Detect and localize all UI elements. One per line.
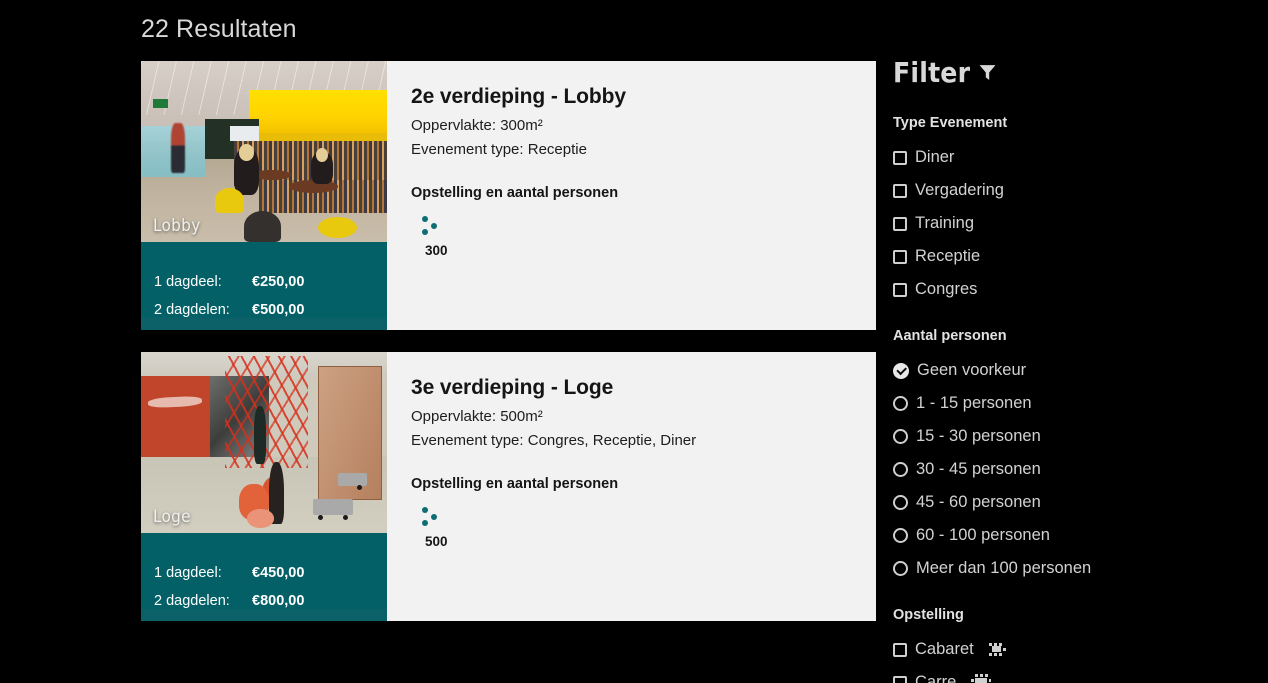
filter-option-label: 60 - 100 personen: [916, 526, 1050, 545]
room-event-type: Evenement type: Receptie: [411, 141, 587, 159]
checkbox-icon[interactable]: [893, 249, 907, 264]
price-value: €500,00: [252, 302, 305, 318]
filter-group-heading: Aantal personen: [893, 328, 1007, 344]
checkbox-icon[interactable]: [893, 150, 907, 165]
cabaret-layout-icon: [988, 643, 1007, 656]
room-photo-lobby: Lobby: [141, 61, 387, 242]
carre-layout-icon: [971, 673, 992, 683]
filter-option-30-45-personen[interactable]: 30 - 45 personen: [893, 453, 1253, 486]
card-body: 2e verdieping - Lobby Oppervlakte: 300m²…: [387, 61, 876, 330]
setup-entry: 500: [419, 506, 876, 549]
reception-dots-icon: [419, 506, 441, 527]
checkbox-icon[interactable]: [893, 675, 907, 683]
filter-option-label: Vergadering: [915, 181, 1004, 200]
price-value: €250,00: [252, 274, 305, 290]
filter-option-label: 1 - 15 personen: [916, 394, 1032, 413]
setup-heading: Opstelling en aantal personen: [411, 475, 619, 492]
filter-option-label: Carre: [915, 673, 957, 683]
filter-option-45-60-personen[interactable]: 45 - 60 personen: [893, 486, 1253, 519]
search-results-page: 22 Resultaten Lobby 1 dagdeel: €250,00 2…: [0, 0, 1268, 683]
photo-artwork: [141, 61, 387, 242]
price-block: 1 dagdeel: €450,00 2 dagdelen: €800,00: [141, 533, 387, 609]
filter-option-diner[interactable]: Diner: [893, 141, 1253, 174]
reception-dots-icon: [419, 215, 441, 236]
radio-icon[interactable]: [893, 429, 908, 444]
filter-option-15-30-personen[interactable]: 15 - 30 personen: [893, 420, 1253, 453]
filter-option-label: Training: [915, 214, 974, 233]
price-value: €450,00: [252, 565, 305, 581]
radio-icon[interactable]: [893, 561, 908, 576]
room-title: 2e verdieping - Lobby: [411, 85, 626, 108]
filter-group-type-evenement: Type Evenement Diner Vergadering Trainin…: [893, 115, 1253, 306]
radio-icon[interactable]: [893, 495, 908, 510]
room-photo-label: Loge: [153, 507, 191, 527]
result-card[interactable]: Loge 1 dagdeel: €450,00 2 dagdelen: €800…: [141, 352, 876, 621]
filter-group-heading: Opstelling: [893, 607, 964, 623]
filter-option-vergadering[interactable]: Vergadering: [893, 174, 1253, 207]
filter-option-60-100-personen[interactable]: 60 - 100 personen: [893, 519, 1253, 552]
price-row: 2 dagdelen: €800,00: [154, 593, 374, 609]
filter-option-label: Congres: [915, 280, 978, 299]
setup-capacity: 500: [425, 533, 448, 549]
results-list: Lobby 1 dagdeel: €250,00 2 dagdelen: €50…: [141, 61, 876, 643]
radio-icon[interactable]: [893, 528, 908, 543]
price-row: 2 dagdelen: €500,00: [154, 302, 374, 318]
filter-option-label: 45 - 60 personen: [916, 493, 1041, 512]
filter-option-training[interactable]: Training: [893, 207, 1253, 240]
room-event-type: Evenement type: Congres, Receptie, Diner: [411, 432, 697, 450]
radio-icon[interactable]: [893, 396, 908, 411]
filter-option-geen-voorkeur[interactable]: Geen voorkeur: [893, 354, 1253, 387]
filter-option-label: Geen voorkeur: [917, 361, 1027, 380]
filter-option-1-15-personen[interactable]: 1 - 15 personen: [893, 387, 1253, 420]
room-photo-loge: Loge: [141, 352, 387, 533]
setup-heading: Opstelling en aantal personen: [411, 184, 619, 201]
card-body: 3e verdieping - Loge Oppervlakte: 500m² …: [387, 352, 876, 621]
funnel-icon: [979, 65, 996, 80]
filter-title-label: Filter: [893, 56, 971, 89]
setup-entry: 300: [419, 215, 876, 258]
checkbox-icon[interactable]: [893, 642, 907, 657]
filter-option-label: Cabaret: [915, 640, 974, 659]
filter-option-congres[interactable]: Congres: [893, 273, 1253, 306]
filter-option-label: 15 - 30 personen: [916, 427, 1041, 446]
room-title: 3e verdieping - Loge: [411, 376, 614, 399]
price-block: 1 dagdeel: €250,00 2 dagdelen: €500,00: [141, 242, 387, 318]
checkbox-icon[interactable]: [893, 216, 907, 231]
filter-option-label: Meer dan 100 personen: [916, 559, 1092, 578]
filter-title: Filter: [893, 56, 1253, 89]
filter-option-cabaret[interactable]: Cabaret: [893, 633, 1253, 666]
photo-artwork: [141, 352, 387, 533]
card-media: Loge 1 dagdeel: €450,00 2 dagdelen: €800…: [141, 352, 387, 621]
filter-group-heading: Type Evenement: [893, 115, 1008, 131]
radio-checked-icon[interactable]: [893, 362, 909, 379]
price-value: €800,00: [252, 593, 305, 609]
filter-group-opstelling: Opstelling Cabaret Carre: [893, 607, 1253, 683]
filter-sidebar: Filter Type Evenement Diner Vergadering …: [893, 56, 1253, 683]
price-row: 1 dagdeel: €250,00: [154, 274, 374, 290]
room-area: Oppervlakte: 300m²: [411, 117, 543, 134]
results-count-heading: 22 Resultaten: [141, 15, 297, 43]
room-area: Oppervlakte: 500m²: [411, 408, 543, 425]
filter-option-carre[interactable]: Carre: [893, 666, 1253, 683]
room-photo-label: Lobby: [153, 216, 201, 236]
filter-group-aantal-personen: Aantal personen Geen voorkeur 1 - 15 per…: [893, 328, 1253, 585]
price-row: 1 dagdeel: €450,00: [154, 565, 374, 581]
filter-option-label: Diner: [915, 148, 955, 167]
filter-option-receptie[interactable]: Receptie: [893, 240, 1253, 273]
filter-option-meer-dan-100-personen[interactable]: Meer dan 100 personen: [893, 552, 1253, 585]
checkbox-icon[interactable]: [893, 183, 907, 198]
price-label: 1 dagdeel:: [154, 274, 222, 290]
result-card[interactable]: Lobby 1 dagdeel: €250,00 2 dagdelen: €50…: [141, 61, 876, 330]
price-label: 2 dagdelen:: [154, 302, 230, 318]
radio-icon[interactable]: [893, 462, 908, 477]
filter-option-label: Receptie: [915, 247, 981, 266]
checkbox-icon[interactable]: [893, 282, 907, 297]
price-label: 2 dagdelen:: [154, 593, 230, 609]
filter-option-label: 30 - 45 personen: [916, 460, 1041, 479]
card-media: Lobby 1 dagdeel: €250,00 2 dagdelen: €50…: [141, 61, 387, 330]
setup-capacity: 300: [425, 242, 448, 258]
price-label: 1 dagdeel:: [154, 565, 222, 581]
